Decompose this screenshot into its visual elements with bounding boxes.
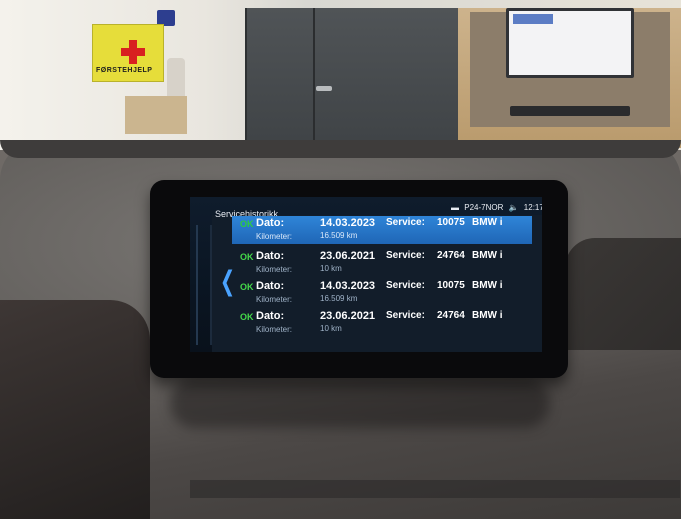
clock: 12:17 — [523, 203, 542, 212]
ok-badge: OK — [240, 219, 254, 229]
list-item[interactable]: OK Dato: Kilometer: 14.03.2023 16.509 km… — [232, 216, 532, 244]
monitor-content — [513, 14, 553, 24]
display-shadow — [170, 378, 550, 428]
service-number: 10075 — [437, 217, 465, 228]
brand: BMW i — [472, 310, 503, 321]
km-label: Kilometer: — [256, 232, 293, 241]
km-label: Kilometer: — [256, 295, 293, 304]
date-label: Dato: — [256, 250, 285, 262]
door — [245, 8, 462, 148]
service-number: 10075 — [437, 280, 465, 291]
ok-badge: OK — [240, 282, 254, 292]
status-bar: ▬ P24-7NOR 🔈 12:17 — [448, 203, 542, 212]
plate-text: P24-7NOR — [464, 203, 504, 212]
door-edge — [313, 8, 315, 148]
car-interior-photo: FØRSTEHJELP Servicehistorikk ▬ P24-7NOR … — [0, 0, 681, 519]
km-value: 10 km — [320, 264, 342, 273]
ok-badge: OK — [240, 252, 254, 262]
seat — [0, 300, 150, 519]
km-label: Kilometer: — [256, 325, 293, 334]
mute-icon: 🔈 — [508, 203, 519, 212]
service-number: 24764 — [437, 250, 465, 261]
service-label: Service: — [386, 217, 425, 228]
cardboard-box — [125, 96, 187, 134]
windshield-edge — [0, 140, 681, 158]
date-label: Dato: — [256, 280, 285, 292]
service-number: 24764 — [437, 310, 465, 321]
date-value: 14.03.2023 — [320, 217, 376, 229]
km-value: 10 km — [320, 324, 342, 333]
infotainment-screen: Servicehistorikk ▬ P24-7NOR 🔈 12:17 ❮ OK… — [190, 197, 542, 352]
service-label: Service: — [386, 280, 425, 291]
km-value: 16.509 km — [320, 231, 358, 240]
brand: BMW i — [472, 280, 503, 291]
side-tabs — [196, 225, 212, 345]
date-value: 14.03.2023 — [320, 280, 376, 292]
date-value: 23.06.2021 — [320, 310, 376, 322]
list-item[interactable]: OK Dato: Kilometer: 14.03.2023 16.509 km… — [232, 279, 532, 307]
door-handle — [316, 86, 332, 91]
km-label: Kilometer: — [256, 265, 293, 274]
red-cross-icon-bar — [121, 48, 145, 56]
first-aid-label: FØRSTEHJELP — [96, 67, 153, 74]
service-label: Service: — [386, 310, 425, 321]
brand: BMW i — [472, 250, 503, 261]
list-item[interactable]: OK Dato: Kilometer: 23.06.2021 10 km Ser… — [232, 249, 532, 277]
km-value: 16.509 km — [320, 294, 358, 303]
date-label: Dato: — [256, 217, 285, 229]
date-value: 23.06.2021 — [320, 250, 376, 262]
list-item[interactable]: OK Dato: Kilometer: 23.06.2021 10 km Ser… — [232, 309, 532, 337]
signal-icon: ▬ — [451, 203, 459, 212]
service-label: Service: — [386, 250, 425, 261]
brand: BMW i — [472, 217, 503, 228]
keyboard — [510, 106, 630, 116]
ok-badge: OK — [240, 312, 254, 322]
date-label: Dato: — [256, 310, 285, 322]
trim-shadow — [190, 480, 680, 498]
